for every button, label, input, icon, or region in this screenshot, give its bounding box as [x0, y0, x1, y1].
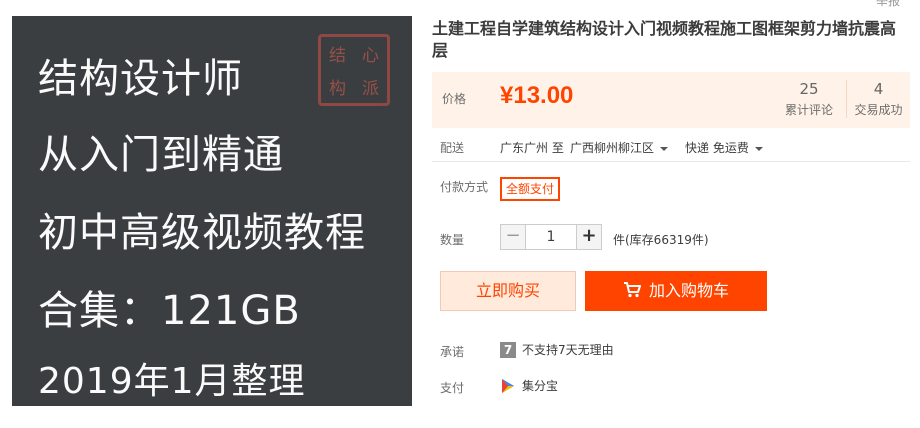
image-text-line: 2019年1月整理 — [38, 361, 306, 402]
seven-day-icon: 7 — [500, 341, 516, 358]
delivery-from: 广东广州 至 — [500, 141, 564, 155]
quantity-label: 数量 — [440, 233, 465, 247]
sales-count: 4 — [873, 80, 884, 98]
seal-stamp: 结 心 构 派 — [318, 34, 390, 106]
report-link[interactable]: 举报 — [876, 0, 900, 9]
jifenbao-icon — [502, 378, 514, 393]
promise-item[interactable]: 7 不支持7天无理由 — [500, 341, 614, 358]
stock-text: 件(库存66319件) — [613, 233, 709, 247]
product-title: 土建工程自学建筑结构设计入门视频教程施工图框架剪力墙抗震高层 — [432, 19, 897, 60]
quantity-input[interactable]: 1 — [526, 224, 576, 250]
buy-now-button[interactable]: 立即购买 — [440, 271, 576, 311]
shipping-method: 快递 免运费 — [685, 141, 749, 155]
reviews-count: 25 — [799, 80, 819, 98]
image-text-line: 初中高级视频教程 — [38, 210, 366, 256]
price-value: ¥13.00 — [500, 82, 574, 109]
delivery-destination-select[interactable]: 广西柳州柳江区 — [570, 139, 669, 156]
image-text-line: 合集：121GB — [38, 288, 301, 334]
add-to-cart-label: 加入购物车 — [648, 281, 729, 300]
payment-item[interactable]: 集分宝 — [500, 377, 558, 394]
add-to-cart-button[interactable]: 加入购物车 — [585, 271, 767, 311]
shipping-select[interactable]: 快递 免运费 — [685, 139, 763, 156]
payment-option-full[interactable]: 全额支付 — [500, 177, 561, 201]
quantity-stepper: − 1 + — [500, 224, 602, 250]
payment-method-label: 付款方式 — [440, 180, 489, 194]
sales-stat: 4 交易成功 — [846, 80, 910, 118]
image-text-line: 结构设计师 — [38, 56, 243, 102]
chevron-down-icon — [660, 146, 669, 151]
decrease-button[interactable]: − — [500, 224, 526, 250]
promise-text: 不支持7天无理由 — [522, 343, 614, 357]
delivery-destination: 广西柳州柳江区 — [570, 141, 655, 155]
sales-label: 交易成功 — [854, 103, 903, 117]
product-image[interactable]: 结构设计师 从入门到精通 初中高级视频教程 合集：121GB 2019年1月整理… — [12, 16, 412, 406]
promise-label: 承诺 — [440, 345, 465, 359]
price-panel: 价格 ¥13.00 25 累计评论 4 交易成功 — [432, 72, 910, 128]
chevron-down-icon — [754, 146, 763, 151]
reviews-stat[interactable]: 25 累计评论 — [774, 80, 844, 118]
delivery-row: 配送 广东广州 至 广西柳州柳江区 快递 免运费 — [432, 132, 910, 162]
cart-icon — [623, 282, 641, 298]
image-text-line: 从入门到精通 — [38, 132, 284, 178]
price-label: 价格 — [442, 92, 467, 106]
payment-label: 支付 — [440, 381, 465, 395]
payment-text: 集分宝 — [522, 379, 559, 393]
increase-button[interactable]: + — [576, 224, 602, 250]
reviews-label: 累计评论 — [784, 103, 833, 117]
delivery-label: 配送 — [440, 141, 465, 155]
